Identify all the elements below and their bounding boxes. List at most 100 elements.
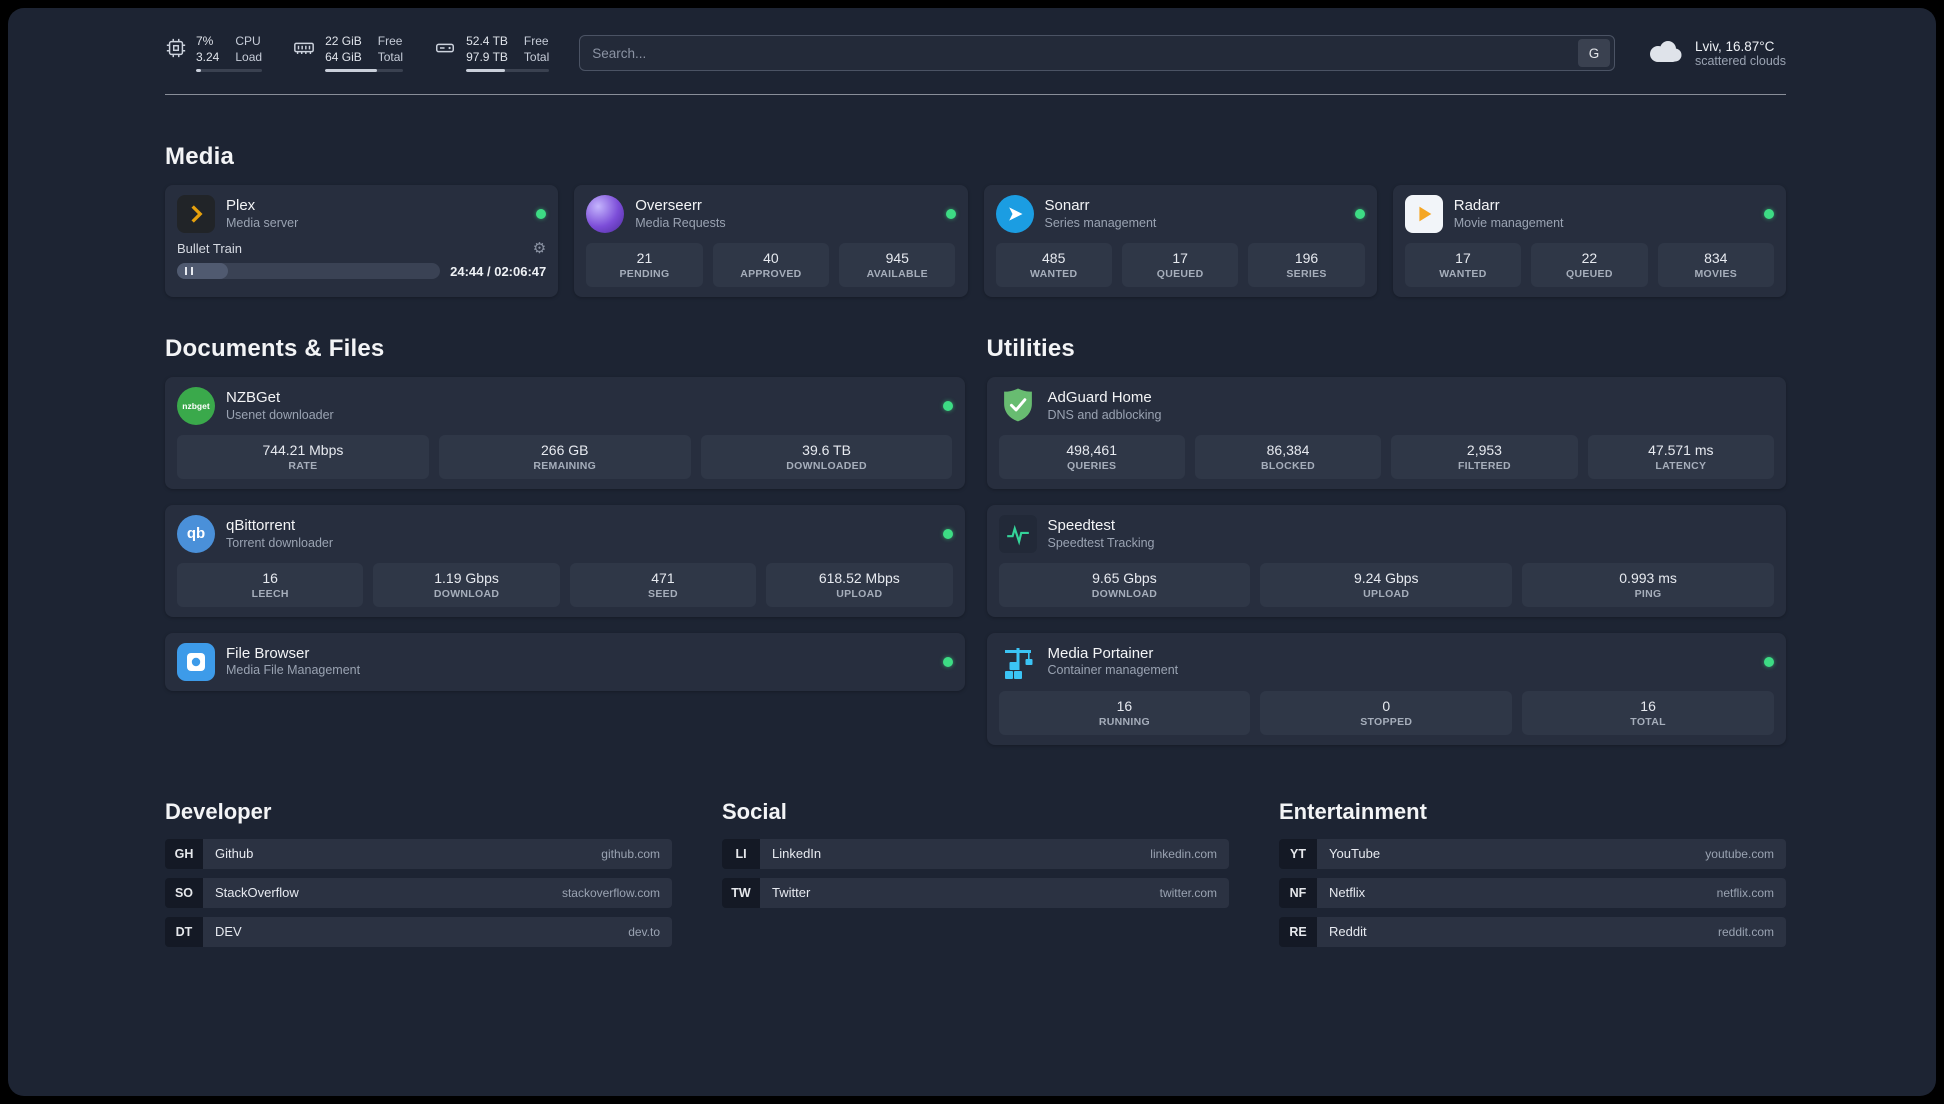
- bookmark-abbr: RE: [1279, 916, 1317, 947]
- service-card-plex[interactable]: Plex Media server Bullet Train ⚙ 24:44 /…: [165, 185, 559, 298]
- service-desc: Media server: [226, 215, 299, 230]
- service-desc: Speedtest Tracking: [1047, 535, 1155, 550]
- stat-queued: 22 QUEUED: [1531, 243, 1648, 288]
- service-card-nzbget[interactable]: nzbget NZBGet Usenet downloader 744.21 M…: [165, 377, 965, 489]
- search-input[interactable]: [592, 45, 1578, 61]
- bookmark-youtube[interactable]: YT YouTube youtube.com: [1279, 838, 1786, 869]
- stat-queries: 498,461 QUERIES: [998, 435, 1185, 479]
- stat-wanted: 17 WANTED: [1404, 243, 1522, 288]
- bookmark-twitter[interactable]: TW Twitter twitter.com: [722, 877, 1229, 908]
- service-card-overseerr[interactable]: Overseerr Media Requests 21 PENDING 40 A…: [574, 185, 968, 298]
- service-desc: Usenet downloader: [226, 407, 334, 422]
- plex-icon: [177, 195, 215, 234]
- service-name: Overseerr: [635, 197, 702, 214]
- bookmark-name: Reddit: [1329, 924, 1367, 940]
- disk-icon: [433, 37, 457, 64]
- status-dot: [1764, 209, 1774, 220]
- service-card-qbittorrent[interactable]: qb qBittorrent Torrent downloader 16 LEE…: [165, 504, 965, 617]
- service-desc: Torrent downloader: [226, 535, 334, 550]
- search-bar: G: [579, 35, 1615, 72]
- bookmark-domain: twitter.com: [1159, 885, 1217, 900]
- stat-wanted: 485 WANTED: [995, 243, 1112, 288]
- service-card-portainer[interactable]: Media Portainer Container management 16 …: [986, 632, 1786, 745]
- stat-available: 945 AVAILABLE: [839, 243, 956, 288]
- stat-ping: 0.993 ms PING: [1522, 562, 1774, 607]
- section-title-entertainment: Entertainment: [1279, 798, 1427, 824]
- bookmark-domain: linkedin.com: [1150, 846, 1217, 861]
- playback-progress-bar[interactable]: [177, 263, 441, 280]
- stat-filtered: 2,953 FILTERED: [1391, 435, 1578, 479]
- bookmark-name: Twitter: [772, 885, 811, 901]
- bookmark-linkedin[interactable]: LI LinkedIn linkedin.com: [722, 838, 1229, 869]
- radarr-icon: [1404, 195, 1443, 234]
- bookmark-abbr: SO: [165, 877, 203, 908]
- section-title-documents: Documents & Files: [165, 335, 385, 363]
- cpu-widget: 7% 3.24 CPU Load: [165, 34, 263, 73]
- overseerr-icon: [586, 195, 625, 234]
- bookmark-name: StackOverflow: [215, 885, 299, 901]
- service-card-sonarr[interactable]: Sonarr Series management 485 WANTED 17 Q…: [983, 185, 1377, 298]
- memory-total-label: Total: [377, 49, 404, 64]
- bookmark-stackoverflow[interactable]: SO StackOverflow stackoverflow.com: [165, 877, 672, 908]
- status-dot: [945, 209, 956, 220]
- bookmark-abbr: DT: [165, 916, 203, 947]
- bookmark-domain: github.com: [601, 846, 660, 861]
- service-card-radarr[interactable]: Radarr Movie management 17 WANTED 22 QUE…: [1392, 185, 1786, 298]
- status-dot: [942, 656, 953, 667]
- qbittorrent-icon: qb: [177, 514, 215, 553]
- cpu-usage-bar: [196, 69, 263, 73]
- dashboard-app: 7% 3.24 CPU Load 22 GiB 64 GiB Free Tota…: [8, 8, 1936, 1096]
- service-name: NZBGet: [226, 388, 281, 406]
- stat-download: 1.19 Gbps DOWNLOAD: [373, 562, 560, 607]
- bookmark-netflix[interactable]: NF Netflix netflix.com: [1279, 877, 1786, 908]
- stat-downloaded: 39.6 TB DOWNLOADED: [700, 435, 953, 479]
- pause-icon[interactable]: [185, 267, 193, 276]
- memory-icon: [292, 37, 316, 64]
- service-desc: Series management: [1044, 215, 1157, 230]
- service-card-adguard[interactable]: AdGuard Home DNS and adblocking 498,461 …: [986, 377, 1786, 489]
- disk-free-value: 52.4 TB: [466, 34, 508, 48]
- weather-condition: scattered clouds: [1694, 53, 1786, 68]
- bookmark-abbr: GH: [165, 838, 203, 869]
- stat-series: 196 SERIES: [1248, 243, 1365, 288]
- memory-total-value: 64 GiB: [325, 49, 362, 64]
- status-dot: [536, 209, 547, 220]
- service-name: Sonarr: [1044, 197, 1090, 214]
- bookmark-domain: netflix.com: [1716, 885, 1774, 900]
- stat-pending: 21 PENDING: [586, 243, 703, 288]
- section-title-developer: Developer: [165, 798, 272, 824]
- stat-movies: 834 MOVIES: [1657, 243, 1774, 288]
- cpu-load-label: Load: [235, 49, 263, 64]
- cpu-percent: 7%: [196, 34, 214, 48]
- memory-usage-bar: [325, 69, 404, 73]
- status-dot: [1764, 656, 1774, 667]
- bookmark-dev[interactable]: DT DEV dev.to: [165, 916, 672, 947]
- bookmark-abbr: YT: [1279, 838, 1317, 869]
- bookmark-name: YouTube: [1329, 846, 1381, 862]
- bookmark-domain: dev.to: [628, 924, 660, 939]
- section-title-utilities: Utilities: [986, 335, 1075, 363]
- service-card-filebrowser[interactable]: File Browser Media File Management: [165, 632, 965, 691]
- service-card-speedtest[interactable]: Speedtest Speedtest Tracking 9.65 Gbps D…: [986, 504, 1786, 617]
- service-name: AdGuard Home: [1047, 388, 1152, 406]
- search-provider-button[interactable]: G: [1577, 39, 1610, 68]
- status-dot: [942, 528, 953, 539]
- playback-time: 24:44 / 02:06:47: [450, 263, 547, 279]
- bookmark-reddit[interactable]: RE Reddit reddit.com: [1279, 916, 1786, 947]
- stat-queued: 17 QUEUED: [1121, 243, 1239, 288]
- bookmark-github[interactable]: GH Github github.com: [165, 838, 672, 869]
- stat-running: 16 RUNNING: [998, 690, 1251, 735]
- utilities-column: Utilities AdGuard Home DNS and adblockin…: [986, 335, 1786, 745]
- bookmark-name: DEV: [215, 924, 242, 940]
- bookmark-group-developer: Developer GH Github github.com SO StackO…: [165, 799, 672, 947]
- service-name: File Browser: [226, 644, 310, 662]
- bookmark-abbr: LI: [722, 838, 760, 869]
- stat-stopped: 0 STOPPED: [1260, 690, 1513, 735]
- service-desc: Media File Management: [226, 663, 361, 678]
- gear-icon[interactable]: ⚙: [533, 241, 546, 256]
- top-bar: 7% 3.24 CPU Load 22 GiB 64 GiB Free Tota…: [165, 34, 1786, 73]
- cpu-load-value: 3.24: [196, 49, 220, 64]
- disk-free-label: Free: [523, 34, 549, 48]
- bookmark-group-social: Social LI LinkedIn linkedin.com TW Twitt…: [722, 799, 1229, 908]
- service-desc: Movie management: [1453, 215, 1564, 230]
